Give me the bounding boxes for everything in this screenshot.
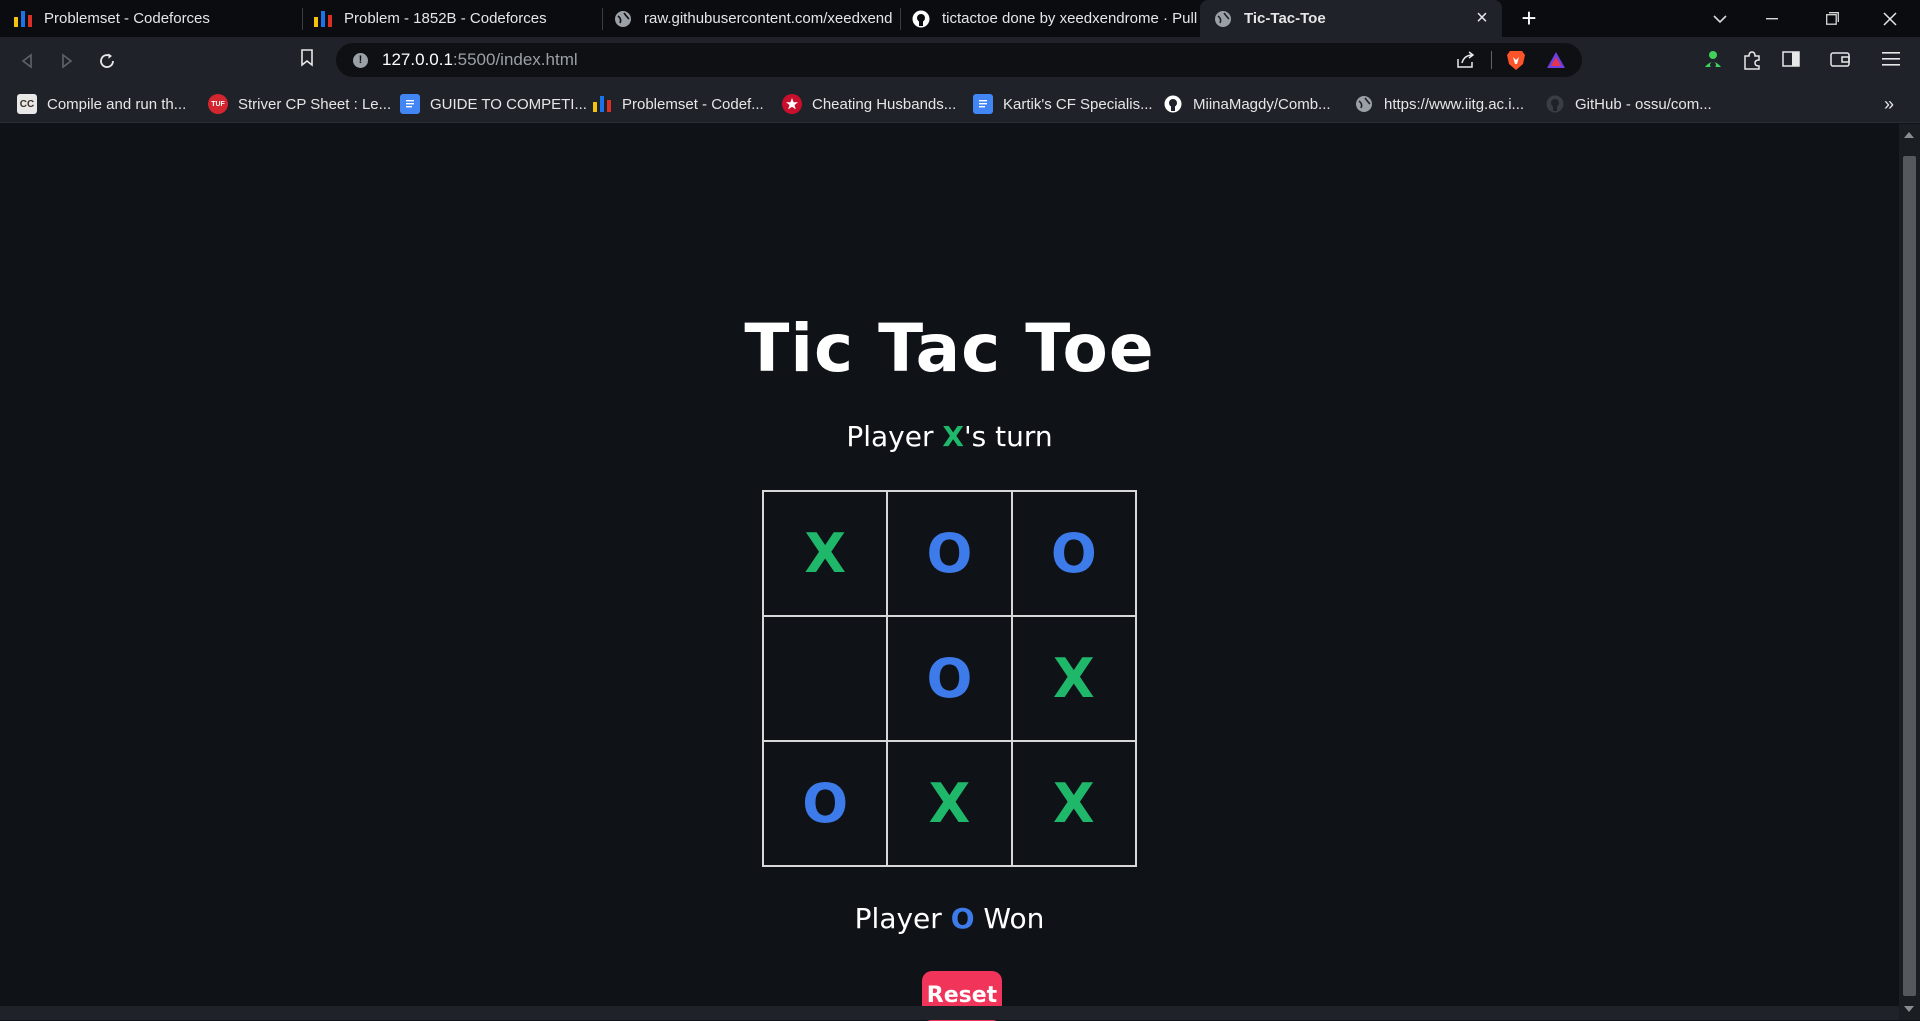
codeforces-icon	[592, 94, 612, 114]
bookmark-label: Cheating Husbands...	[812, 95, 957, 113]
tab-raw-github[interactable]: raw.githubusercontent.com/xeedxend	[600, 0, 898, 37]
tab-github-pull[interactable]: tictactoe done by xeedxendrome · Pull	[898, 0, 1198, 37]
star-icon	[782, 94, 802, 114]
browser-toolbar: ! 127.0.0.1:5500/index.html	[0, 37, 1920, 84]
codeforces-icon	[14, 10, 32, 28]
forward-icon[interactable]	[53, 47, 81, 75]
globe-icon	[614, 10, 632, 28]
bookmark-item[interactable]: CC Compile and run th...	[17, 92, 186, 116]
turn-mark: X	[942, 420, 964, 453]
window-bottom-edge	[0, 1006, 1899, 1020]
bookmark-label: Striver CP Sheet : Le...	[238, 95, 392, 113]
minimize-icon[interactable]	[1752, 0, 1792, 37]
url-text: 127.0.0.1:5500/index.html	[382, 50, 578, 70]
scrollbar-thumb[interactable]	[1903, 156, 1916, 996]
bookmark-label: GitHub - ossu/com...	[1575, 95, 1712, 113]
page-scrollbar[interactable]	[1899, 124, 1920, 1020]
tab-problemset[interactable]: Problemset - Codeforces	[0, 0, 300, 37]
board-cell[interactable]: O	[1011, 491, 1136, 616]
url-path: :5500/index.html	[452, 50, 578, 69]
scroll-up-icon[interactable]	[1904, 132, 1914, 138]
wallet-icon[interactable]	[1830, 51, 1850, 72]
bookmark-item[interactable]: TUF Striver CP Sheet : Le...	[208, 92, 391, 116]
sidebar-icon[interactable]	[1782, 51, 1800, 72]
bookmarks-overflow-icon[interactable]: »	[1884, 92, 1894, 116]
result-prefix: Player	[854, 902, 951, 935]
tab-problem-1852b[interactable]: Problem - 1852B - Codeforces	[300, 0, 600, 37]
reload-icon[interactable]	[93, 47, 121, 75]
bookmark-label: Compile and run th...	[47, 95, 187, 113]
board-cell[interactable]: X	[1011, 741, 1136, 866]
share-icon[interactable]	[1456, 51, 1476, 74]
turn-indicator: Player X's turn	[0, 420, 1899, 453]
board-cell[interactable]: X	[1011, 616, 1136, 741]
globe-icon	[1214, 10, 1232, 28]
bookmark-item[interactable]: Kartik's CF Specialis...	[973, 92, 1153, 116]
result-suffix: Won	[974, 902, 1045, 935]
result-mark: O	[950, 902, 975, 935]
scroll-down-icon[interactable]	[1904, 1006, 1914, 1012]
board-cell[interactable]: X	[763, 491, 888, 616]
close-window-icon[interactable]	[1870, 0, 1910, 37]
bookmark-item[interactable]: MiinaMagdy/Comb...	[1163, 92, 1331, 116]
tab-tic-tac-toe[interactable]: Tic-Tac-Toe ×	[1200, 0, 1502, 37]
board-cell[interactable]: O	[887, 616, 1012, 741]
tuf-icon: TUF	[208, 94, 228, 114]
menu-icon[interactable]	[1882, 52, 1900, 71]
doc-icon	[973, 94, 993, 114]
game-board: X O O O X O X X	[762, 490, 1137, 867]
tab-search-icon[interactable]	[1700, 0, 1740, 37]
back-icon[interactable]	[13, 47, 41, 75]
overflow-label: »	[1884, 93, 1895, 114]
vpn-icon[interactable]	[1703, 49, 1723, 76]
bookmark-item[interactable]: https://www.iitg.ac.i...	[1354, 92, 1524, 116]
github-icon	[912, 10, 930, 28]
bookmark-item[interactable]: GitHub - ossu/com...	[1545, 92, 1712, 116]
url-host: 127.0.0.1	[382, 50, 453, 69]
bookmark-item[interactable]: Cheating Husbands...	[782, 92, 956, 116]
tab-title: tictactoe done by xeedxendrome · Pull	[942, 10, 1198, 27]
turn-prefix: Player	[846, 420, 943, 453]
board-cell[interactable]: X	[887, 741, 1012, 866]
brave-rewards-icon[interactable]	[1546, 51, 1566, 74]
codeforces-icon	[314, 10, 332, 28]
doc-icon	[400, 94, 420, 114]
game-title: Tic Tac Toe	[744, 310, 1155, 387]
globe-icon	[1354, 94, 1374, 114]
tab-title: Tic-Tac-Toe	[1244, 10, 1326, 27]
tab-title: Problem - 1852B - Codeforces	[344, 10, 547, 27]
close-tab-icon[interactable]: ×	[1472, 8, 1492, 28]
board-cell[interactable]: O	[887, 491, 1012, 616]
tab-title: raw.githubusercontent.com/xeedxend	[644, 10, 893, 27]
bookmark-label: GUIDE TO COMPETI...	[430, 95, 587, 113]
brave-shields-icon[interactable]	[1506, 49, 1526, 76]
site-info-icon[interactable]: !	[353, 53, 368, 68]
board-cell[interactable]: O	[763, 741, 888, 866]
tab-title: Problemset - Codeforces	[44, 10, 210, 27]
bookmarks-bar: CC Compile and run th... TUF Striver CP …	[0, 84, 1920, 123]
page-content: Tic Tac Toe Player X's turn X O O O X O …	[0, 124, 1899, 1021]
cc-icon: CC	[17, 94, 37, 114]
turn-suffix: 's turn	[963, 420, 1053, 453]
tab-strip: Problemset - Codeforces Problem - 1852B …	[0, 0, 1920, 37]
address-bar[interactable]: ! 127.0.0.1:5500/index.html	[336, 43, 1582, 77]
bookmark-label: Problemset - Codef...	[622, 95, 764, 113]
bookmark-label: Kartik's CF Specialis...	[1003, 95, 1153, 113]
bookmark-label: https://www.iitg.ac.i...	[1384, 95, 1525, 113]
extensions-icon[interactable]	[1742, 50, 1762, 75]
bookmark-item[interactable]: GUIDE TO COMPETI...	[400, 92, 587, 116]
bookmark-icon[interactable]	[300, 49, 322, 73]
divider	[1491, 51, 1492, 69]
restore-icon[interactable]	[1812, 0, 1852, 37]
result-message: Player O Won	[0, 902, 1899, 935]
bookmark-label: MiinaMagdy/Comb...	[1193, 95, 1331, 113]
github-icon	[1163, 94, 1183, 114]
new-tab-icon[interactable]: +	[1515, 4, 1543, 32]
github-icon	[1545, 94, 1565, 114]
board-cell[interactable]	[763, 616, 888, 741]
bookmark-item[interactable]: Problemset - Codef...	[592, 92, 764, 116]
